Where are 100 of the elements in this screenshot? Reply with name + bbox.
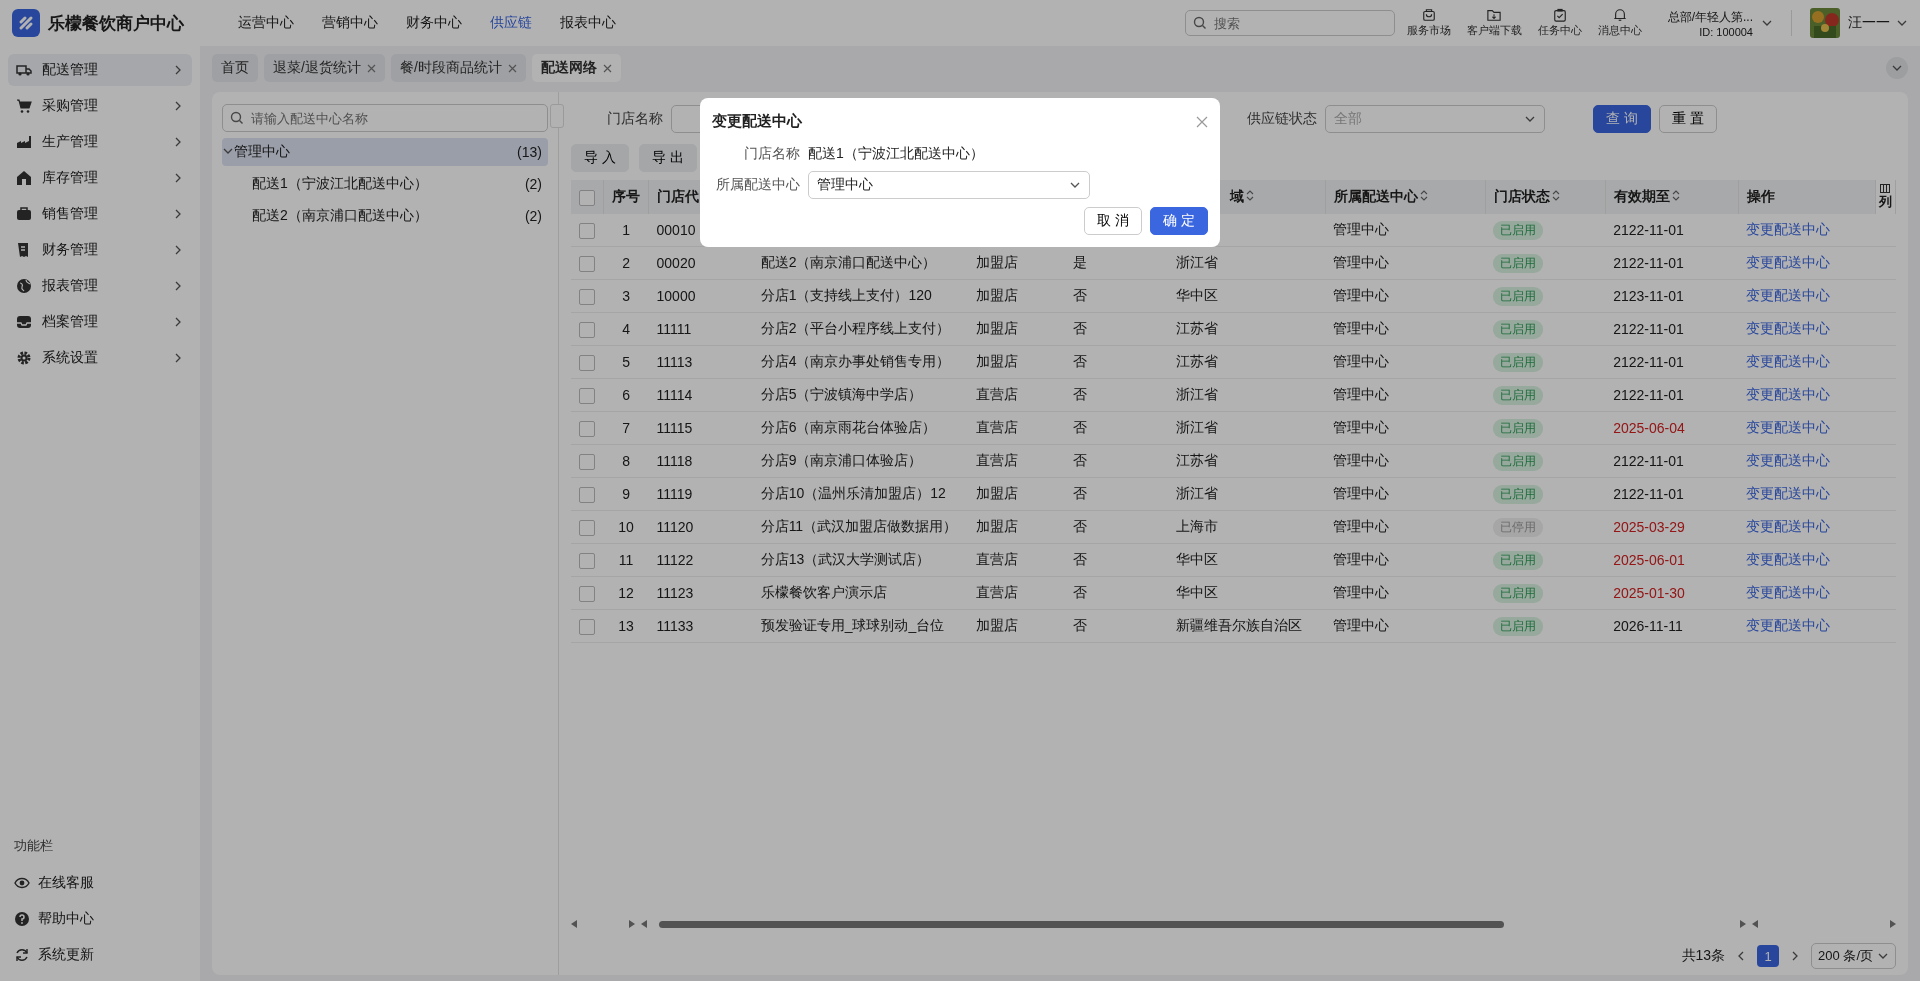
cancel-button[interactable]: 取 消: [1084, 207, 1143, 235]
toolbar-button[interactable]: 消息中心: [1593, 8, 1646, 38]
sidebar-item[interactable]: 配送管理: [8, 54, 192, 86]
toolbar-button[interactable]: 客户端下载: [1462, 8, 1526, 38]
sort-icon[interactable]: [1419, 190, 1428, 201]
collapse-button[interactable]: [1886, 57, 1908, 79]
page-tab[interactable]: 餐/时段商品统计: [390, 54, 526, 82]
checkbox[interactable]: [579, 189, 595, 206]
sidebar-link[interactable]: 在线客服: [8, 865, 192, 901]
house-icon: [16, 170, 32, 186]
checkbox[interactable]: [579, 618, 595, 635]
tree-node[interactable]: 配送1（宁波江北配送中心） (2): [222, 170, 548, 198]
user-name[interactable]: 汪一一: [1848, 14, 1890, 32]
checkbox[interactable]: [579, 387, 595, 404]
checkbox[interactable]: [579, 552, 595, 569]
checkbox[interactable]: [579, 585, 595, 602]
search-icon: [230, 111, 244, 125]
sort-icon[interactable]: [1246, 190, 1255, 201]
tree-node[interactable]: 配送2（南京浦口配送中心） (2): [222, 202, 548, 230]
gear-icon: [16, 350, 32, 366]
status-badge: 已启用: [1493, 352, 1544, 372]
confirm-button[interactable]: 确 定: [1150, 207, 1208, 235]
checkbox[interactable]: [579, 288, 595, 305]
change-center-link[interactable]: 变更配送中心: [1746, 617, 1831, 633]
checkbox[interactable]: [579, 222, 595, 239]
checkbox[interactable]: [579, 486, 595, 503]
nav-tab[interactable]: 财务中心: [392, 14, 476, 32]
table-cell: 加盟店: [975, 287, 1018, 303]
toolbar-button[interactable]: 服务市场: [1402, 8, 1455, 38]
change-center-link[interactable]: 变更配送中心: [1746, 254, 1831, 270]
search-field[interactable]: 请输入配送中心名称: [222, 104, 548, 132]
change-center-link[interactable]: 变更配送中心: [1746, 386, 1831, 402]
table-cell: 2122-11-01: [1613, 453, 1684, 469]
query-button[interactable]: 查 询: [1593, 105, 1651, 133]
change-center-link[interactable]: 变更配送中心: [1746, 518, 1831, 534]
table-cell: 管理中心: [1333, 617, 1389, 633]
close-icon[interactable]: [602, 63, 612, 73]
close-icon[interactable]: [507, 63, 517, 73]
clipboard-icon: [1552, 8, 1567, 22]
sidebar-item[interactable]: 报表管理: [8, 270, 192, 302]
table-cell: 否: [1072, 518, 1087, 534]
collapse-handle[interactable]: [550, 104, 564, 128]
table-cell: 否: [1072, 485, 1087, 501]
change-center-link[interactable]: 变更配送中心: [1746, 419, 1831, 435]
nav-tab[interactable]: 供应链: [476, 14, 546, 32]
sidebar-item[interactable]: 销售管理: [8, 198, 192, 230]
close-icon[interactable]: [1196, 115, 1208, 128]
page-tab[interactable]: 配送网络: [531, 54, 621, 82]
search-field[interactable]: 搜索: [1184, 10, 1395, 36]
cart-icon: [16, 98, 32, 114]
table-cell: 2122-11-01: [1613, 321, 1684, 337]
table-cell: 上海市: [1175, 518, 1218, 534]
sidebar-item[interactable]: 采购管理: [8, 90, 192, 122]
sidebar-item[interactable]: 系统设置: [8, 342, 192, 374]
checkbox[interactable]: [579, 420, 595, 437]
column-header: 门店状态: [1493, 188, 1550, 204]
checkbox[interactable]: [579, 321, 595, 338]
nav-tab[interactable]: 报表中心: [546, 14, 630, 32]
checkbox[interactable]: [579, 255, 595, 272]
change-center-link[interactable]: 变更配送中心: [1746, 320, 1831, 336]
sort-icon[interactable]: [1551, 190, 1560, 201]
table-cell: 分店1（支持线上支付）120: [760, 287, 932, 303]
change-center-link[interactable]: 变更配送中心: [1746, 452, 1831, 468]
sort-icon[interactable]: [1671, 190, 1680, 201]
change-center-link[interactable]: 变更配送中心: [1746, 584, 1831, 600]
table-cell: 10000: [656, 288, 696, 304]
table-cell: 浙江省: [1175, 386, 1218, 402]
toolbar-button[interactable]: 任务中心: [1533, 8, 1586, 38]
sidebar-item[interactable]: 生产管理: [8, 126, 192, 158]
checkbox[interactable]: [579, 519, 595, 536]
sidebar-item[interactable]: 财务管理: [8, 234, 192, 266]
tree-node[interactable]: 管理中心 (13): [222, 138, 548, 166]
sidebar-link[interactable]: 系统更新: [8, 937, 192, 973]
table-cell: 加盟店: [975, 617, 1018, 633]
nav-tab[interactable]: 运营中心: [224, 14, 308, 32]
row-number: 4: [622, 321, 630, 337]
page-number[interactable]: 1: [1757, 945, 1780, 967]
sidebar-item[interactable]: 档案管理: [8, 306, 192, 338]
table-cell: 浙江省: [1175, 254, 1218, 270]
reset-button[interactable]: 重 置: [1658, 105, 1717, 133]
change-center-link[interactable]: 变更配送中心: [1746, 551, 1831, 567]
table-cell: 管理中心: [1333, 419, 1389, 435]
sidebar-item[interactable]: 库存管理: [8, 162, 192, 194]
table-cell: 预发验证专用_球球别动_台位: [760, 617, 945, 633]
org-name[interactable]: 总部/年轻人第...: [1667, 8, 1753, 26]
checkbox[interactable]: [579, 453, 595, 470]
action-button[interactable]: 导 入: [571, 144, 629, 172]
page-tab[interactable]: 首页: [212, 54, 258, 82]
change-center-link[interactable]: 变更配送中心: [1746, 353, 1831, 369]
change-center-link[interactable]: 变更配送中心: [1746, 485, 1831, 501]
page-tab[interactable]: 退菜/退货统计: [264, 54, 385, 82]
center-select[interactable]: 管理中心: [808, 171, 1090, 199]
action-button[interactable]: 导 出: [638, 144, 697, 172]
change-center-link[interactable]: 变更配送中心: [1746, 287, 1831, 303]
checkbox[interactable]: [579, 354, 595, 371]
nav-tab[interactable]: 营销中心: [308, 14, 392, 32]
page-size-select[interactable]: 200 条/页: [1811, 943, 1896, 969]
sidebar-link[interactable]: 帮助中心: [8, 901, 192, 937]
close-icon[interactable]: [366, 63, 376, 73]
change-center-link[interactable]: 变更配送中心: [1746, 221, 1831, 237]
